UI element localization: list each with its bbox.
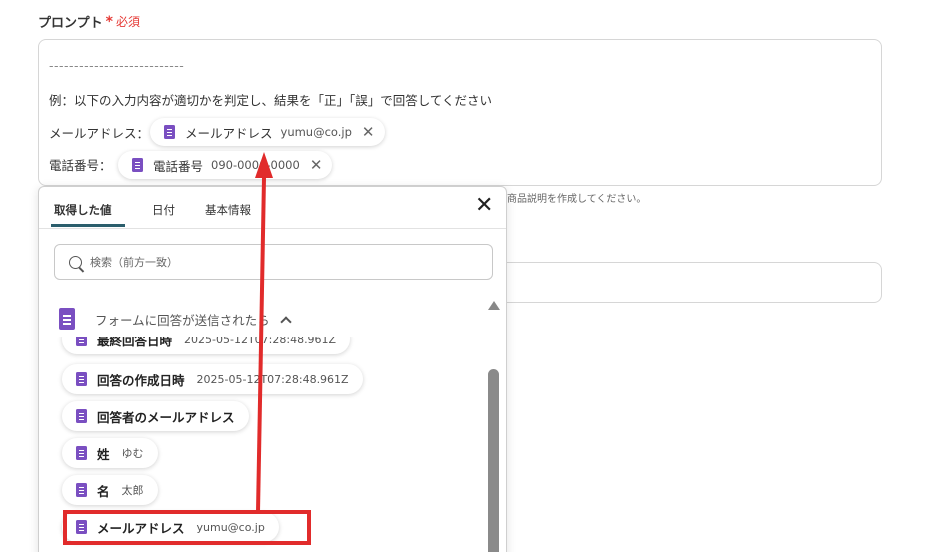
chip-remove-icon[interactable]: ✕ [310,156,323,174]
form-doc-icon [76,372,87,386]
prompt-example-text: 例：以下の入力内容が適切かを判定し、結果を「正」「誤」で回答してください [49,93,493,108]
tab-basic-info[interactable]: 基本情報 [205,202,251,218]
close-icon[interactable]: ✕ [475,195,493,217]
email-variable-chip[interactable]: メールアドレス yumu@co.jp ✕ [150,118,385,146]
search-box[interactable] [54,244,493,280]
form-doc-icon [132,158,143,172]
search-input[interactable] [90,255,470,269]
chevron-up-icon [279,315,292,328]
prompt-textarea[interactable]: --------------------------- 例：以下の入力内容が適切… [38,39,882,186]
list-item[interactable]: 回答の作成日時 2025-05-12T07:28:48.961Z [62,364,363,394]
next-input-field[interactable] [505,262,882,303]
list-item[interactable]: 回答者のメールアドレス [62,401,249,431]
item-value: 太郎 [121,484,144,497]
chip-value: yumu@co.jp [280,125,352,139]
item-title: 名 [97,483,110,499]
item-title: 回答の作成日時 [97,372,185,388]
form-doc-icon [76,337,87,346]
form-doc-icon [76,483,87,497]
picker-tabs: 取得した値 日付 基本情報 [39,187,506,229]
item-value: 2025-05-12T07:28:48.961Z [184,337,337,346]
form-doc-icon [76,409,87,423]
item-value: ゆむ [121,447,144,460]
scroll-up-arrow-icon[interactable] [488,301,500,310]
scrollbar-thumb[interactable] [488,369,499,552]
field-hint: 商品説明を作成してください。 [507,194,647,205]
item-title: 回答者のメールアドレス [97,409,235,425]
prompt-email-label: メールアドレス： [49,126,150,141]
prompt-label: プロンプト * 必須 [38,12,140,32]
chip-remove-icon[interactable]: ✕ [362,123,375,141]
prompt-dashes: --------------------------- [49,58,185,73]
tab-date[interactable]: 日付 [152,202,175,218]
required-star: * [105,13,113,30]
chip-title: 電話番号 [153,158,204,174]
phone-variable-chip[interactable]: 電話番号 090-0000-0000 ✕ [118,151,333,179]
item-title: 姓 [97,446,110,462]
search-icon [69,255,82,269]
item-value: 2025-05-12T07:28:48.961Z [196,372,349,386]
item-title: 最終回答日時 [97,337,173,348]
chip-title: メールアドレス [185,125,273,141]
required-text: 必須 [115,15,140,29]
active-tab-indicator [51,224,125,227]
list-item[interactable]: 姓 ゆむ [62,438,158,468]
tab-acquired-values[interactable]: 取得した値 [54,202,112,218]
chip-value: 090-0000-0000 [211,158,300,172]
variable-picker-panel: 取得した値 日付 基本情報 ✕ フォームに回答が送信されたら 最終回答日時 20… [38,186,507,552]
group-header-form-submitted[interactable]: フォームに回答が送信されたら [59,307,292,331]
list-item[interactable]: 名 太郎 [62,475,158,505]
form-doc-icon [59,308,75,330]
prompt-label-text: プロンプト [38,16,103,31]
form-doc-icon [76,446,87,460]
form-doc-icon [164,125,175,139]
group-title: フォームに回答が送信されたら [95,312,270,328]
annotation-highlight-box [63,510,311,545]
prompt-phone-label: 電話番号： [49,158,112,173]
list-item[interactable]: 最終回答日時 2025-05-12T07:28:48.961Z [62,337,351,354]
